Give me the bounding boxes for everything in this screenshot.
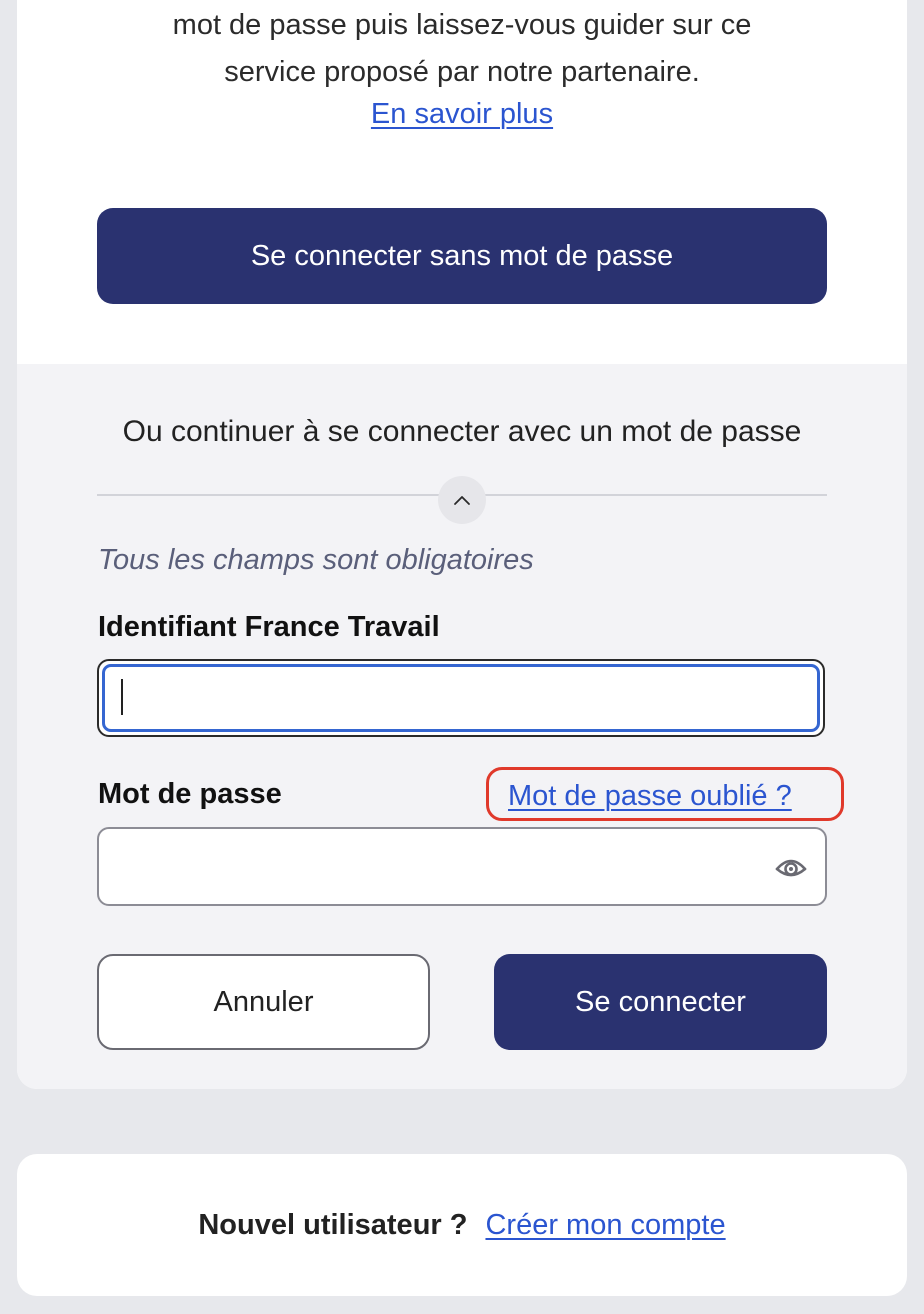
forgot-password-link[interactable]: Mot de passe oublié ?	[508, 776, 792, 816]
learn-more-link[interactable]: En savoir plus	[371, 98, 553, 130]
connect-button[interactable]: Se connecter	[494, 954, 827, 1050]
intro-line-1: mot de passe puis laissez-vous guider su…	[172, 9, 752, 41]
forgot-password-highlight: Mot de passe oublié ?	[486, 767, 844, 821]
eye-icon[interactable]	[773, 849, 809, 885]
signup-card: Nouvel utilisateur ? Créer mon compte	[17, 1154, 907, 1296]
password-label: Mot de passe	[98, 778, 282, 810]
identifier-input[interactable]	[97, 659, 825, 737]
new-user-label: Nouvel utilisateur ?	[198, 1209, 468, 1241]
learn-more-row: En savoir plus	[17, 94, 907, 134]
focus-ring	[102, 664, 820, 732]
collapse-toggle-button[interactable]	[438, 476, 486, 524]
required-fields-note: Tous les champs sont obligatoires	[98, 544, 534, 576]
passwordless-login-button[interactable]: Se connecter sans mot de passe	[97, 208, 827, 304]
intro-text: mot de passe puis laissez-vous guider su…	[17, 2, 907, 96]
create-account-link[interactable]: Créer mon compte	[485, 1209, 725, 1241]
intro-line-2: service proposé par notre partenaire.	[224, 56, 700, 88]
signup-row: Nouvel utilisateur ? Créer mon compte	[17, 1204, 907, 1246]
password-login-section: Ou continuer à se connecter avec un mot …	[17, 364, 907, 1089]
login-card: mot de passe puis laissez-vous guider su…	[17, 0, 907, 1089]
chevron-up-icon	[454, 496, 470, 505]
cancel-button[interactable]: Annuler	[97, 954, 430, 1050]
section-heading: Ou continuer à se connecter avec un mot …	[122, 415, 802, 448]
identifier-label: Identifiant France Travail	[98, 611, 440, 643]
text-caret	[121, 679, 123, 715]
password-input[interactable]	[97, 827, 827, 906]
